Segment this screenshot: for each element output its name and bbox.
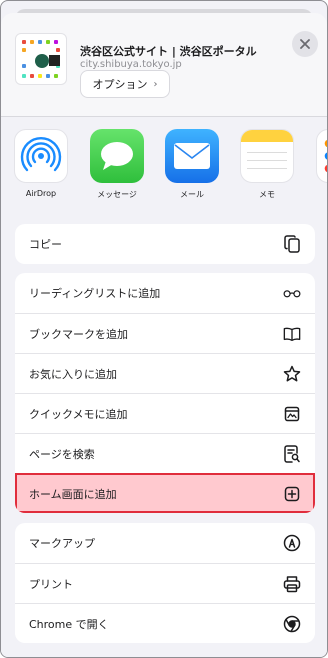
app-messages[interactable]: メッセージ	[87, 129, 147, 200]
action-label: Chrome で開く	[29, 617, 109, 631]
share-apps-row: AirDrop メッセージ メール メモ	[1, 129, 327, 213]
action-label: プリント	[29, 577, 73, 591]
app-label: メッセージ	[97, 190, 137, 199]
app-label: メール	[180, 190, 204, 199]
action-markup[interactable]: マークアップ	[15, 523, 315, 563]
options-button[interactable]: オプション ›	[80, 70, 170, 98]
site-title: 渋谷区公式サイト | 渋谷区ポータル	[80, 45, 257, 58]
close-icon	[300, 39, 310, 49]
share-header: 渋谷区公式サイト | 渋谷区ポータル city.shibuya.tokyo.jp…	[1, 13, 327, 117]
action-label: お気に入りに追加	[29, 367, 117, 381]
shibuya-logo	[35, 54, 49, 68]
action-add-favorites[interactable]: お気に入りに追加	[15, 353, 315, 393]
printer-icon	[283, 575, 301, 593]
options-label: オプション	[92, 78, 148, 91]
airdrop-icon	[14, 129, 68, 183]
action-label: クイックメモに追加	[29, 407, 128, 421]
app-reminders[interactable]: リ	[313, 129, 327, 200]
action-label: コピー	[29, 238, 62, 251]
site-url: city.shibuya.tokyo.jp	[80, 59, 182, 70]
share-sheet: 渋谷区公式サイト | 渋谷区ポータル city.shibuya.tokyo.jp…	[1, 13, 327, 657]
mail-icon	[165, 129, 219, 183]
action-add-to-home-screen[interactable]: ホーム画面に追加	[15, 473, 315, 513]
action-label: リーディングリストに追加	[29, 287, 161, 300]
app-label: AirDrop	[25, 189, 57, 198]
action-label: マークアップ	[29, 537, 95, 550]
chevron-right-icon: ›	[153, 78, 158, 90]
book-icon	[283, 325, 301, 343]
find-on-page-icon	[283, 444, 301, 463]
action-group-copy: コピー	[15, 224, 315, 264]
reminders-icon	[316, 129, 327, 183]
add-square-icon	[283, 485, 301, 503]
notes-icon	[240, 129, 294, 183]
action-group-extra: マークアップ プリント Chrome で開く	[15, 523, 315, 643]
action-label: ブックマークを追加	[29, 327, 128, 341]
action-find-on-page[interactable]: ページを検索	[15, 433, 315, 473]
action-copy[interactable]: コピー	[15, 224, 315, 264]
close-button[interactable]	[292, 31, 318, 57]
action-add-reading-list[interactable]: リーディングリストに追加	[15, 273, 315, 313]
app-label: メモ	[259, 190, 275, 199]
app-airdrop[interactable]: AirDrop	[11, 129, 71, 198]
quick-note-icon	[283, 405, 301, 423]
action-print[interactable]: プリント	[15, 563, 315, 603]
action-add-bookmark[interactable]: ブックマークを追加	[15, 313, 315, 353]
action-label: ホーム画面に追加	[29, 487, 117, 501]
share-sheet-screen: 渋谷区公式サイト | 渋谷区ポータル city.shibuya.tokyo.jp…	[0, 0, 328, 658]
markup-icon	[283, 534, 301, 552]
site-mark-icon	[49, 55, 60, 66]
glasses-icon	[283, 284, 301, 302]
action-add-quick-note[interactable]: クイックメモに追加	[15, 393, 315, 433]
action-group-main: リーディングリストに追加 ブックマークを追加 お気に入りに追加 クイックメモに追…	[15, 273, 315, 513]
star-icon	[283, 365, 301, 383]
app-notes[interactable]: メモ	[237, 129, 297, 200]
action-label: ページを検索	[29, 447, 95, 461]
messages-icon	[90, 129, 144, 183]
chrome-icon	[283, 615, 301, 633]
action-open-in-chrome[interactable]: Chrome で開く	[15, 603, 315, 643]
app-label: リ	[313, 189, 327, 200]
site-thumbnail	[15, 33, 67, 85]
app-mail[interactable]: メール	[162, 129, 222, 200]
copy-icon	[283, 235, 301, 253]
